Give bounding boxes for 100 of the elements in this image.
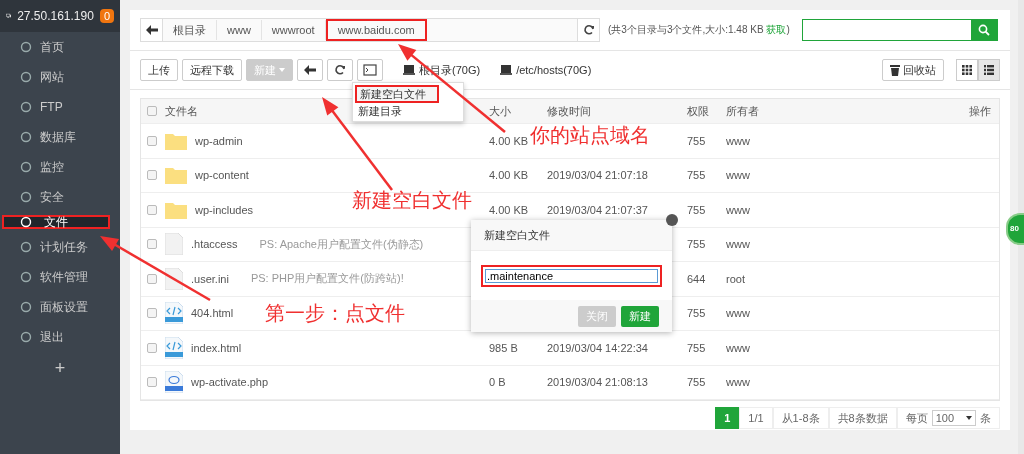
per-page-select[interactable]: 100 (931, 410, 976, 426)
file-name[interactable]: wp-admin (195, 134, 243, 147)
owner: www (726, 307, 750, 320)
breadcrumb-item[interactable]: www (217, 20, 262, 40)
code-file-icon (165, 336, 183, 359)
row-checkbox[interactable] (147, 308, 157, 319)
terminal-icon (363, 64, 377, 76)
disk-link[interactable]: /etc/hosts(70G) (500, 64, 592, 76)
permission: 644 (687, 272, 706, 285)
row-checkbox[interactable] (147, 170, 157, 181)
search-icon (978, 24, 990, 36)
back-arrow-icon (145, 25, 158, 35)
menu-item[interactable]: 新建目录 (353, 103, 463, 119)
breadcrumb-item[interactable]: www.baidu.com (325, 19, 427, 41)
sidebar-item[interactable]: FTP (0, 95, 120, 119)
php-file-icon (165, 371, 183, 394)
modified-time: 2019/03/04 14:22:34 (547, 341, 648, 354)
file-name-field[interactable]: .maintenance (481, 265, 662, 287)
sidebar-item[interactable]: 退出 (0, 325, 120, 349)
file-icon (165, 233, 183, 256)
owner: www (726, 134, 750, 147)
select-all-checkbox[interactable] (147, 106, 157, 116)
row-checkbox[interactable] (147, 342, 157, 353)
sidebar-item[interactable]: 首页 (0, 35, 120, 59)
permission: 755 (687, 307, 706, 320)
toolbar-button[interactable]: 上传 (140, 59, 178, 81)
list-view-button[interactable] (978, 59, 1000, 81)
annotation-text: 你的站点域名 (530, 122, 650, 149)
owner: www (726, 238, 750, 251)
owner: www (726, 376, 750, 389)
annotation-text: 新建空白文件 (352, 187, 472, 214)
file-name[interactable]: wp-activate.php (191, 376, 269, 389)
permission: 755 (687, 376, 706, 389)
file-size: 985 B (489, 341, 518, 354)
trash-icon (890, 64, 900, 76)
search-field[interactable] (802, 19, 998, 41)
file-name[interactable]: index.html (191, 341, 242, 354)
pagination-item[interactable]: 1/1 (739, 407, 773, 429)
sidebar-item[interactable]: 数据库 (0, 125, 120, 149)
owner: www (726, 341, 750, 354)
row-checkbox[interactable] (147, 135, 157, 146)
refresh-button[interactable] (327, 59, 353, 81)
file-name[interactable]: .htaccess (191, 238, 238, 251)
dialog-title: 新建空白文件 (484, 227, 550, 243)
column-header: 操作 (968, 103, 992, 119)
pagination-item[interactable]: 共8条数据 (828, 407, 897, 429)
permission: 755 (687, 169, 706, 182)
per-page-label: 每页 (905, 411, 928, 426)
modified-time: 2019/03/04 21:07:18 (547, 169, 648, 182)
file-name[interactable]: wp-content (195, 169, 249, 182)
breadcrumb-item[interactable]: wwwroot (261, 20, 326, 40)
column-header: 所有者 (726, 103, 760, 119)
menu-item[interactable]: 新建空白文件 (355, 85, 439, 103)
fetch-link[interactable]: 获取 (766, 24, 787, 35)
toolbar-button[interactable]: 远程下载 (182, 59, 242, 81)
code-file-icon (165, 302, 183, 325)
back-arrow-icon (304, 65, 316, 75)
owner: www (726, 203, 750, 216)
caret-icon (966, 416, 972, 420)
back-button[interactable] (297, 59, 323, 81)
caret-icon (279, 68, 285, 72)
file-name[interactable]: wp-includes (195, 203, 254, 216)
row-checkbox[interactable] (147, 204, 157, 215)
refresh-icon (334, 64, 346, 76)
permission: 755 (687, 238, 706, 251)
sidebar-item[interactable]: 文件 (2, 215, 110, 229)
sidebar-item[interactable]: 监控 (0, 155, 120, 179)
permission: 755 (687, 134, 706, 147)
sidebar-item[interactable]: 网站 (0, 65, 120, 89)
row-checkbox[interactable] (147, 273, 157, 284)
file-note: PS: PHP用户配置文件(防跨站)! (250, 271, 404, 287)
sidebar-item[interactable]: 安全 (0, 185, 120, 209)
modified-time: 2019/03/04 21:07:37 (547, 203, 648, 216)
refresh-button[interactable] (577, 19, 599, 41)
recycle-bin-button[interactable]: 回收站 (882, 59, 944, 81)
file-size: 4.00 KB (489, 169, 529, 182)
permission: 755 (687, 341, 706, 354)
file-name[interactable]: 404.html (191, 307, 234, 320)
column-header: 文件名 (165, 103, 198, 119)
column-header: 权限 (687, 103, 710, 119)
annotation-text: 第一步：点文件 (265, 300, 405, 327)
back-button[interactable] (141, 19, 163, 41)
sidebar-item[interactable]: 计划任务 (0, 235, 120, 259)
search-button[interactable] (971, 20, 997, 40)
modified-time: 2019/03/04 21:08:13 (547, 376, 648, 389)
file-note: PS: Apache用户配置文件(伪静态) (259, 236, 424, 252)
breadcrumb-item[interactable]: 根目录 (163, 20, 217, 40)
file-size: 0 B (489, 376, 506, 389)
pagination-item[interactable]: 从1-8条 (772, 407, 829, 429)
sidebar-item[interactable]: 面板设置 (0, 295, 120, 319)
permission: 755 (687, 203, 706, 216)
file-name[interactable]: .user.ini (191, 272, 229, 285)
column-header: 大小 (489, 103, 512, 119)
grid-view-button[interactable] (956, 59, 978, 81)
row-checkbox[interactable] (147, 377, 157, 388)
row-checkbox[interactable] (147, 239, 157, 250)
file-size: 4.00 KB (489, 134, 529, 147)
directory-summary: (共3个目录与3个文件,大小:1.48 KB 获取) (608, 23, 788, 37)
sidebar-item[interactable]: 软件管理 (0, 265, 120, 289)
add-button[interactable]: + (0, 358, 120, 379)
